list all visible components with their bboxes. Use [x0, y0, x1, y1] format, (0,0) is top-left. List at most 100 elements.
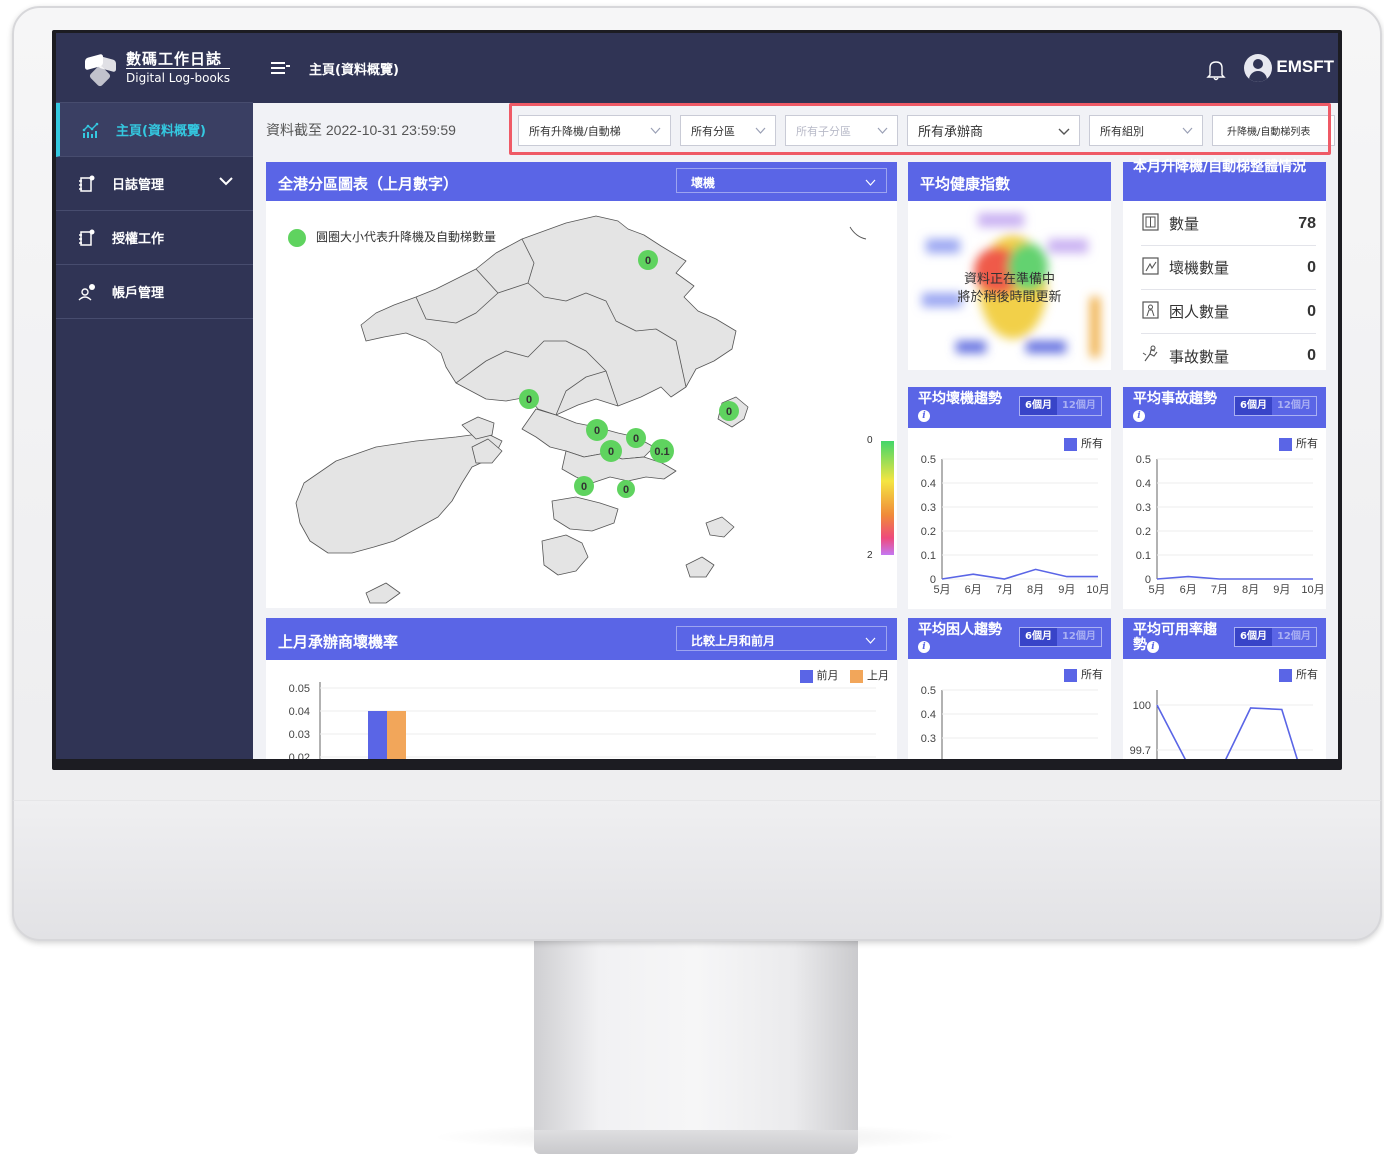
app-logo[interactable]: 數碼工作日誌 Digital Log-books: [56, 33, 253, 103]
monthly-summary-card: 本月升降機/自動梯整體情況 數量 78 壞機數量 0 困人數量 0 事故數量 0: [1123, 159, 1326, 370]
six-months-option[interactable]: 6個月: [1235, 628, 1272, 646]
stat-accidents: 事故數量 0: [1141, 334, 1316, 378]
six-months-option[interactable]: 6個月: [1020, 397, 1057, 415]
card-header: 平均可用率趨勢 i 6個月 12個月: [1123, 618, 1326, 659]
map-metric-select[interactable]: 壞機: [676, 168, 887, 193]
period-toggle[interactable]: 6個月 12個月: [1234, 396, 1317, 416]
info-icon[interactable]: i: [918, 641, 930, 653]
stat-value: 78: [1298, 214, 1316, 232]
card-title-text: 平均困人趨勢: [918, 622, 1002, 638]
app-name-zh: 數碼工作日誌: [126, 49, 223, 68]
notebook-icon: [78, 229, 96, 247]
six-months-option[interactable]: 6個月: [1235, 397, 1272, 415]
x-tick-label: 5月: [1148, 584, 1165, 596]
period-toggle[interactable]: 6個月 12個月: [1019, 396, 1102, 416]
card-title-text: 平均壞機趨勢: [918, 391, 1002, 407]
sidebar-item-authorized-work[interactable]: 授權工作: [56, 211, 253, 265]
card-title: 全港分區圖表（上月數字）: [278, 175, 459, 193]
data-cutoff-text: 資料截至 2022-10-31 23:59:59: [266, 122, 456, 138]
select-value: 壞機: [691, 176, 716, 190]
y-tick-label: 0.2: [921, 526, 936, 538]
y-tick-label: 0.1: [921, 550, 936, 562]
card-title: 平均事故趨勢 i: [1133, 392, 1217, 422]
menu-toggle-icon[interactable]: [271, 60, 291, 76]
twelve-months-option[interactable]: 12個月: [1272, 397, 1316, 415]
sidebar-item-home[interactable]: 主頁(資料概覽): [56, 103, 253, 157]
trapped-trend-chart: 0.3 0.4 0.5: [921, 685, 1098, 759]
period-toggle[interactable]: 6個月 12個月: [1019, 627, 1102, 647]
card-title: 平均健康指數: [920, 175, 1011, 193]
map-marker-label: 0: [594, 425, 600, 437]
monitor-stand-base: [534, 1130, 858, 1154]
user-gear-icon: [78, 283, 96, 301]
card-title: 平均壞機趨勢 i: [918, 392, 1002, 422]
bell-icon[interactable]: [1206, 59, 1226, 85]
filter-bar: 資料截至 2022-10-31 23:59:59 所有升降機/自動梯 所有分區 …: [253, 103, 1338, 158]
scale-max-label: 2: [867, 550, 873, 561]
x-tick-label: 7月: [996, 584, 1013, 596]
y-tick-label: 0.04: [289, 706, 310, 718]
twelve-months-option[interactable]: 12個月: [1057, 628, 1101, 646]
six-months-option[interactable]: 6個月: [1020, 628, 1057, 646]
card-title-text: 勢: [1133, 637, 1147, 653]
map-marker-label: 0: [633, 433, 639, 445]
username[interactable]: EMSFT: [1276, 57, 1334, 77]
stat-breakdowns: 壞機數量 0: [1141, 246, 1316, 290]
y-tick-label: 0.4: [921, 478, 936, 490]
x-tick-label: 6月: [1180, 584, 1197, 596]
select-value: 比較上月和前月: [691, 634, 776, 648]
x-tick-label: 9月: [1058, 584, 1075, 596]
card-title: 平均可用率趨勢 i: [1133, 623, 1217, 653]
page-title: 主頁(資料概覽): [309, 62, 399, 78]
series-line: [1156, 704, 1299, 759]
availability-trend-chart: 99.499.7100: [1130, 690, 1313, 759]
stat-label: 壞機數量: [1169, 259, 1230, 277]
contractor-bar-chart: 0.02 0.03 0.04 0.05: [289, 682, 876, 759]
chevron-down-icon: [865, 634, 876, 648]
stat-trapped: 困人數量 0: [1141, 290, 1316, 334]
breakdown-trend-card: 平均壞機趨勢 i 6個月 12個月 所有 0 0.1 0.2 0.3 0.4 0.5 5月 6月…: [908, 387, 1111, 609]
stat-value: 0: [1307, 302, 1316, 320]
hong-kong-map[interactable]: 0 0 0 0 0 0 0.1 0 0 0 2: [266, 201, 897, 608]
stat-total: 數量 78: [1141, 202, 1316, 246]
sidebar-item-logbook[interactable]: 日誌管理: [56, 157, 253, 211]
y-tick-label: 0.3: [921, 733, 936, 745]
chevron-down-icon[interactable]: [219, 175, 233, 190]
info-icon[interactable]: i: [1133, 410, 1145, 422]
chevron-down-icon: [865, 176, 876, 190]
info-icon[interactable]: i: [1147, 641, 1159, 653]
trapped-person-icon: [1141, 300, 1161, 324]
health-notice-line2: 將於稍後時間更新: [957, 290, 1062, 305]
y-tick-label: 0.02: [289, 752, 310, 759]
compare-period-select[interactable]: 比較上月和前月: [676, 626, 887, 651]
x-tick-label: 9月: [1273, 584, 1290, 596]
x-tick-label: 5月: [933, 584, 950, 596]
health-index-card: 平均健康指數 資料正在準備中 將於稍後時間更新: [908, 162, 1111, 370]
info-icon[interactable]: i: [918, 410, 930, 422]
card-header: 平均壞機趨勢 i 6個月 12個月: [908, 387, 1111, 428]
map-marker-label: 0: [726, 406, 732, 418]
sidebar-item-label: 帳戶管理: [112, 286, 165, 301]
card-title: 本月升降機/自動梯整體情況: [1133, 159, 1307, 175]
card-header: 全港分區圖表（上月數字） 壞機: [266, 162, 897, 201]
card-title-text: 平均事故趨勢: [1133, 391, 1217, 407]
x-tick-label: 10月: [1301, 584, 1324, 596]
stat-value: 0: [1307, 258, 1316, 276]
lift-icon: [1141, 212, 1161, 236]
card-header: 平均事故趨勢 i 6個月 12個月: [1123, 387, 1326, 428]
twelve-months-option[interactable]: 12個月: [1272, 628, 1316, 646]
period-toggle[interactable]: 6個月 12個月: [1234, 627, 1317, 647]
twelve-months-option[interactable]: 12個月: [1057, 397, 1101, 415]
scale-min-label: 0: [867, 435, 873, 446]
x-tick-label: 10月: [1086, 584, 1109, 596]
y-tick-label: 0.05: [289, 683, 310, 695]
card-title-text: 平均可用率趨: [1133, 622, 1217, 638]
y-tick-label: 100: [1133, 700, 1151, 712]
sidebar-item-account[interactable]: 帳戶管理: [56, 265, 253, 319]
district-map-card: 全港分區圖表（上月數字） 壞機 圓圈大小代表升降機及自動梯數量 0 0 0 0 …: [266, 162, 897, 608]
accident-trend-chart: 00.10.20.30.40.55月 6月 7月 8月 9月 10月: [1136, 454, 1325, 596]
top-bar: 主頁(資料概覽) EMSFT: [253, 33, 1338, 103]
avatar[interactable]: [1244, 54, 1272, 82]
y-tick-label: 0.2: [1136, 526, 1151, 538]
card-header: 上月承辦商壞機率 比較上月和前月: [266, 618, 897, 660]
